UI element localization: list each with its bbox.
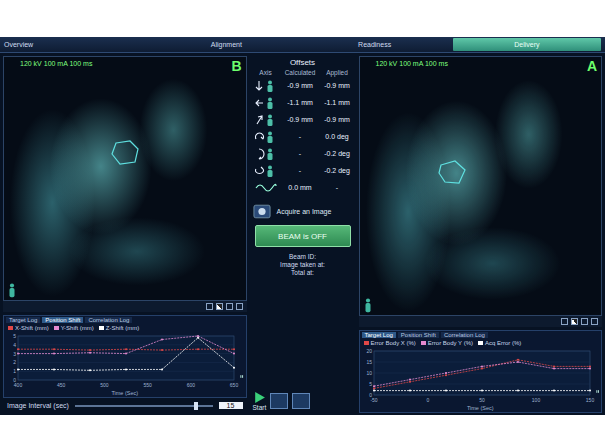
offset-row: -0.9 mm-0.9 mm xyxy=(251,111,355,128)
legend-item[interactable]: X-Shift (mm) xyxy=(8,325,49,331)
column-header: Applied xyxy=(320,69,355,76)
target-contour-icon xyxy=(437,160,467,186)
svg-text:-50: -50 xyxy=(370,397,377,403)
position-chart: 543210400450500550600650 xyxy=(4,332,240,390)
forward-axis-icon xyxy=(255,114,277,126)
offset-row: -0.9 mm-0.9 mm xyxy=(251,77,355,94)
image-interval: Image Interval (sec)15 xyxy=(3,398,247,413)
zoom-icon[interactable] xyxy=(206,303,213,310)
target-chart: 20151050-50050100150 xyxy=(360,347,596,405)
info-line: Beam ID: xyxy=(251,253,355,261)
svg-text:20: 20 xyxy=(366,348,372,354)
offset-row: --0.2 deg xyxy=(251,162,355,179)
patient-orientation-icon xyxy=(363,298,373,313)
start-button[interactable]: Start xyxy=(253,391,267,411)
info-line: Image taken at: xyxy=(251,261,355,269)
svg-text:5: 5 xyxy=(13,333,16,339)
page: OverviewAlignmentReadiness Delivery 120 kV… xyxy=(0,0,609,427)
chart-tab[interactable]: Position Shift xyxy=(398,332,439,338)
overlay-icon[interactable] xyxy=(216,303,223,310)
delivery-screen: OverviewAlignmentReadiness Delivery 120 kV… xyxy=(0,37,605,415)
view-toolbar xyxy=(3,301,247,312)
respiration-icon xyxy=(255,182,277,194)
tab[interactable]: Overview xyxy=(0,37,152,52)
contrast-icon[interactable] xyxy=(226,303,233,310)
robot-icon[interactable] xyxy=(292,393,310,409)
svg-text:4: 4 xyxy=(13,342,16,348)
exposure-settings: 120 kV 100 mA 100 ms xyxy=(376,60,448,67)
roll-axis-icon xyxy=(255,131,277,143)
exposure-settings: 120 kV 100 mA 100 ms xyxy=(20,60,92,67)
offset-row: --0.2 deg xyxy=(251,145,355,162)
pointer-icon[interactable] xyxy=(236,303,243,310)
pitch-axis-icon xyxy=(255,148,277,160)
svg-text:0: 0 xyxy=(426,397,429,403)
interval-slider[interactable] xyxy=(75,402,213,410)
chart-tab[interactable]: Target Log xyxy=(6,317,40,323)
view-label: B xyxy=(231,58,241,74)
svg-text:100: 100 xyxy=(531,397,540,403)
legend-item[interactable]: Acq Error (%) xyxy=(478,340,521,346)
imager-icon xyxy=(253,204,271,219)
tab[interactable]: Alignment xyxy=(152,37,300,52)
play-icon xyxy=(253,391,266,404)
beam-status-button[interactable]: BEAM is OFF xyxy=(255,225,351,247)
column-header: Axis xyxy=(251,69,281,76)
pause-icon[interactable] xyxy=(596,388,600,395)
chart-panel: Target LogPosition ShiftCorrelation Log E… xyxy=(359,330,603,413)
tab[interactable]: Delivery xyxy=(453,38,601,51)
svg-text:450: 450 xyxy=(57,382,66,388)
chart-tab[interactable]: Position Shift xyxy=(42,317,83,323)
couch-icon[interactable] xyxy=(270,393,288,409)
interval-value[interactable]: 15 xyxy=(219,402,243,409)
offset-row: 0.0 mm- xyxy=(251,179,355,196)
axis-title: Time (Sec) xyxy=(360,405,602,412)
offsets-panel: OffsetsAxisCalculatedApplied-0.9 mm-0.9 … xyxy=(251,56,355,413)
patient-orientation-icon xyxy=(7,283,17,298)
axis-title: Time (Sec) xyxy=(4,390,246,397)
chart-tab[interactable]: Target Log xyxy=(362,332,396,338)
chart-tab[interactable]: Correlation Log xyxy=(441,332,488,338)
legend-item[interactable]: Error Body Y (%) xyxy=(421,340,473,346)
offset-row: -1.1 mm-1.1 mm xyxy=(251,94,355,111)
svg-text:150: 150 xyxy=(585,397,594,403)
svg-text:500: 500 xyxy=(100,382,109,388)
offset-row: -0.0 deg xyxy=(251,128,355,145)
pause-icon[interactable] xyxy=(240,373,244,380)
svg-text:1: 1 xyxy=(13,368,16,374)
svg-text:400: 400 xyxy=(14,382,23,388)
svg-text:550: 550 xyxy=(143,382,152,388)
view-toolbar xyxy=(359,316,603,327)
down-axis-icon xyxy=(255,80,277,92)
chart-tab[interactable]: Correlation Log xyxy=(85,317,132,323)
svg-text:10: 10 xyxy=(366,370,372,376)
info-line: Total at: xyxy=(251,269,355,277)
acquire-image-button[interactable]: Acquire an Image xyxy=(251,196,355,223)
svg-text:5: 5 xyxy=(369,381,372,387)
contrast-icon[interactable] xyxy=(581,318,588,325)
overlay-icon[interactable] xyxy=(571,318,578,325)
svg-text:650: 650 xyxy=(230,382,239,388)
svg-text:2: 2 xyxy=(13,359,16,365)
pointer-icon[interactable] xyxy=(591,318,598,325)
legend-item[interactable]: Y-Shift (mm) xyxy=(54,325,94,331)
svg-text:600: 600 xyxy=(187,382,196,388)
tab[interactable]: Readiness xyxy=(301,37,449,52)
target-contour-icon xyxy=(110,140,140,166)
column-header: Calculated xyxy=(283,69,318,76)
svg-text:50: 50 xyxy=(479,397,485,403)
xray-view: 120 kV 100 mA 100 ms A xyxy=(359,56,603,316)
tab-bar: OverviewAlignmentReadiness Delivery xyxy=(0,37,605,53)
yaw-axis-icon xyxy=(255,165,277,177)
svg-text:15: 15 xyxy=(366,359,372,365)
left-axis-icon xyxy=(255,97,277,109)
legend-item[interactable]: Error Body X (%) xyxy=(364,340,416,346)
svg-text:3: 3 xyxy=(13,351,16,357)
zoom-icon[interactable] xyxy=(561,318,568,325)
chart-panel: Target LogPosition ShiftCorrelation Log X… xyxy=(3,315,247,398)
legend-item[interactable]: Z-Shift (mm) xyxy=(99,325,139,331)
xray-view: 120 kV 100 mA 100 ms B xyxy=(3,56,247,301)
view-label: A xyxy=(587,58,597,74)
